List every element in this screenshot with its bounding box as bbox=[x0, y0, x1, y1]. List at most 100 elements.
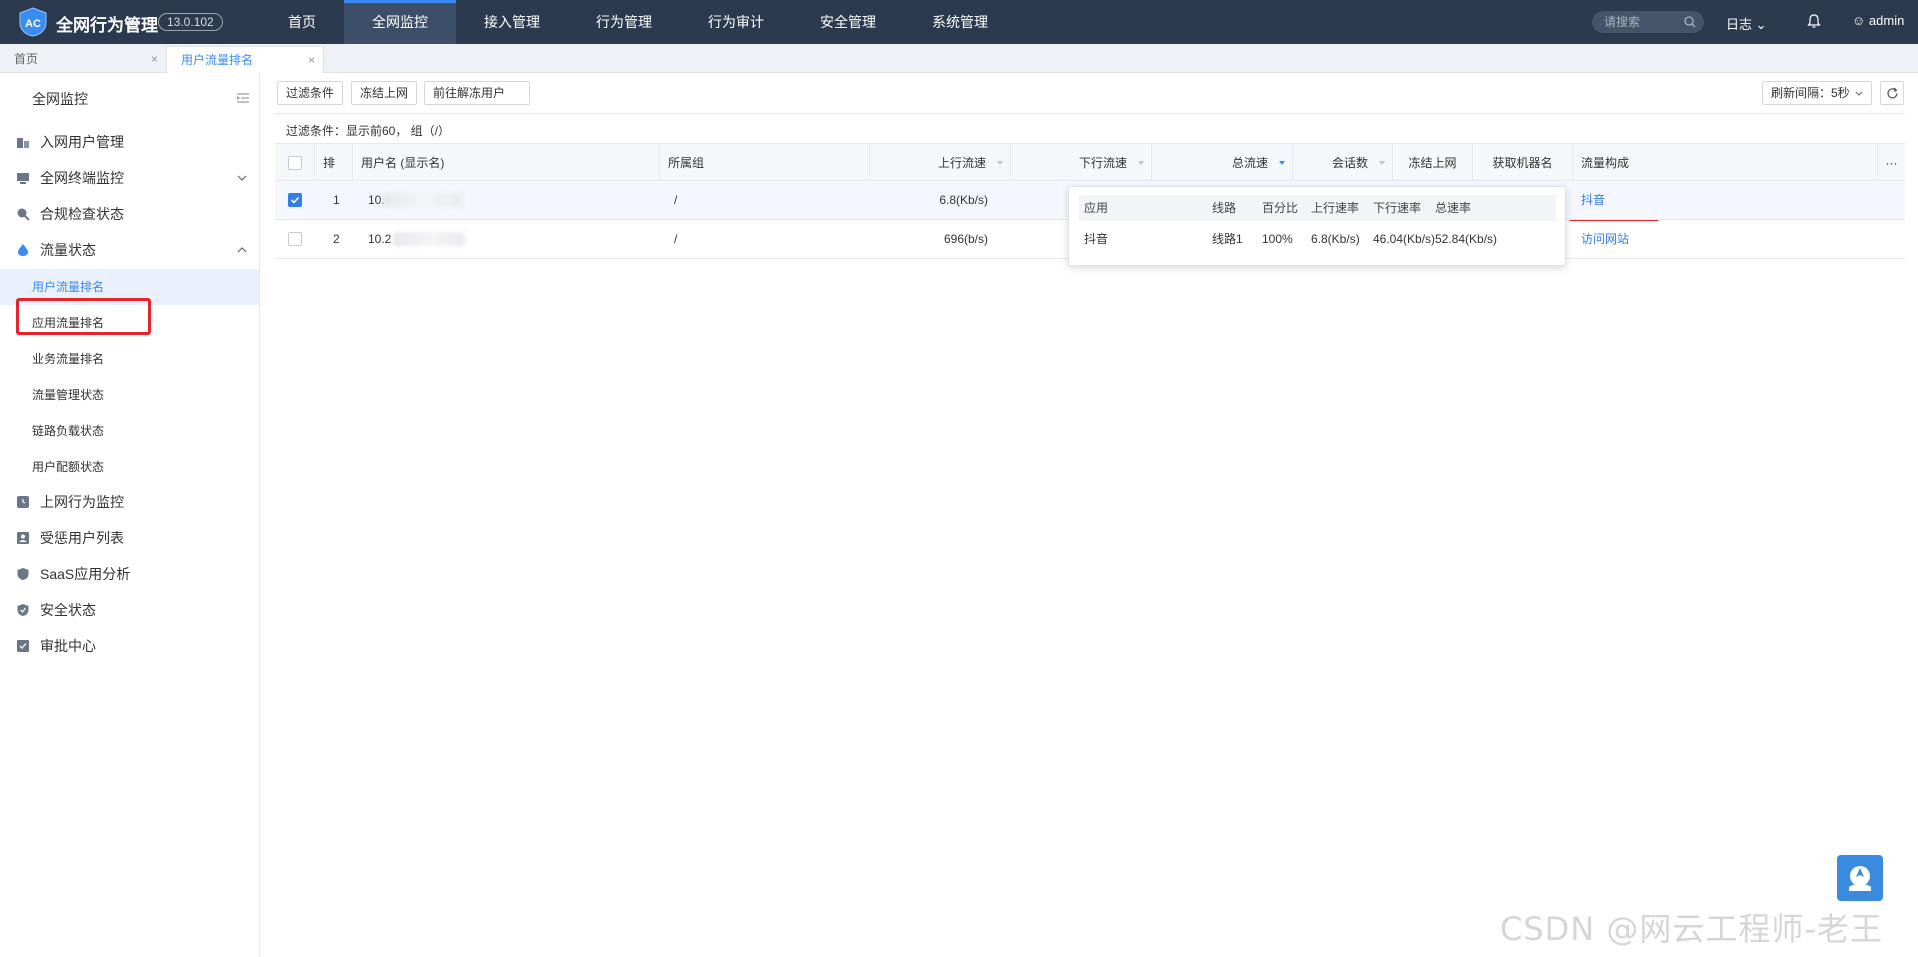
popup-total: 52.84(Kb/s) bbox=[1435, 232, 1498, 246]
log-label: 日志 bbox=[1726, 17, 1753, 32]
chevron-down-icon bbox=[1855, 91, 1863, 96]
col-total-speed[interactable]: 总流速 bbox=[1152, 144, 1293, 182]
col-upload-speed-label: 上行流速 bbox=[937, 156, 986, 170]
nav-access-management[interactable]: 接入管理 bbox=[456, 0, 568, 44]
nav-behavior-management[interactable]: 行为管理 bbox=[568, 0, 680, 44]
filter-summary: 过滤条件：显示前60， 组（/） bbox=[286, 124, 451, 138]
collapse-menu-icon[interactable] bbox=[236, 91, 250, 105]
assistant-icon bbox=[1849, 866, 1871, 891]
row-composition-link[interactable]: 抖音 bbox=[1581, 181, 1605, 220]
nav-behavior-audit[interactable]: 行为审计 bbox=[680, 0, 792, 44]
sidebar-item-label: 上网行为监控 bbox=[40, 494, 124, 510]
highlight-box-sidebar bbox=[16, 298, 151, 335]
sidebar-item-access-users[interactable]: 入网用户管理 bbox=[0, 125, 259, 159]
submenu-link-load-status[interactable]: 链路负载状态 bbox=[0, 413, 259, 449]
monitor-icon bbox=[17, 173, 29, 184]
version-badge: 13.0.102 bbox=[158, 13, 223, 31]
sidebar-item-saas-analysis[interactable]: SaaS应用分析 bbox=[0, 557, 259, 591]
row-composition-link[interactable]: 访问网站 bbox=[1581, 220, 1629, 259]
col-rank: 排名 bbox=[315, 144, 353, 208]
nav-home[interactable]: 首页 bbox=[260, 0, 344, 44]
submenu-user-quota-status[interactable]: 用户配额状态 bbox=[0, 449, 259, 485]
refresh-button[interactable] bbox=[1880, 81, 1904, 105]
close-icon[interactable]: × bbox=[308, 47, 315, 73]
close-icon[interactable]: × bbox=[151, 46, 158, 72]
col-total-speed-label: 总流速 bbox=[1231, 156, 1268, 170]
select-all-checkbox[interactable] bbox=[288, 156, 302, 170]
sidebar-item-label: 全网终端监控 bbox=[40, 170, 124, 186]
popup-app: 抖音 bbox=[1084, 232, 1109, 246]
col-traffic-composition: 流量构成 bbox=[1573, 144, 1878, 182]
col-sessions[interactable]: 会话数 bbox=[1293, 144, 1393, 182]
magnifier-icon bbox=[17, 208, 30, 221]
sidebar-item-security-status[interactable]: 安全状态 bbox=[0, 593, 259, 627]
sidebar-item-traffic-status[interactable]: 流量状态 bbox=[0, 233, 259, 267]
row-rank: 1 bbox=[333, 193, 340, 207]
user-menu[interactable]: ☺ admin bbox=[1852, 13, 1904, 28]
col-machine-name: 获取机器名 bbox=[1473, 144, 1573, 182]
tab-home-label: 首页 bbox=[14, 52, 39, 66]
redacted-username bbox=[393, 232, 465, 246]
sidebar-item-label: 入网用户管理 bbox=[40, 134, 124, 150]
col-upload-speed[interactable]: 上行流速 bbox=[870, 144, 1011, 182]
main-nav: 首页 全网监控 接入管理 行为管理 行为审计 安全管理 系统管理 bbox=[260, 0, 1016, 44]
sort-icon bbox=[997, 161, 1003, 165]
traffic-composition-popup: 应用 线路 百分比 上行速率 下行速率 总速率 抖音 线路1 100% 6.8(… bbox=[1068, 186, 1566, 266]
tab-bar: 首页 × 用户流量排名 × bbox=[0, 44, 1918, 73]
col-download-speed-label: 下行流速 bbox=[1078, 156, 1127, 170]
freeze-button[interactable]: 冻结上网 bbox=[351, 81, 418, 105]
popup-col-line: 线路 bbox=[1212, 201, 1237, 215]
popup-line: 线路1 bbox=[1212, 232, 1243, 246]
popup-header: 应用 线路 百分比 上行速率 下行速率 总速率 bbox=[1079, 195, 1556, 221]
tab-user-traffic-ranking-label: 用户流量排名 bbox=[181, 53, 254, 67]
col-download-speed[interactable]: 下行流速 bbox=[1011, 144, 1152, 182]
submenu-traffic-management-status[interactable]: 流量管理状态 bbox=[0, 377, 259, 413]
more-columns-icon[interactable]: ··· bbox=[1878, 144, 1905, 182]
chevron-up-icon bbox=[237, 247, 247, 253]
app-logo-icon: AC bbox=[19, 7, 47, 37]
nav-system-management[interactable]: 系统管理 bbox=[904, 0, 1016, 44]
popup-col-percent: 百分比 bbox=[1262, 201, 1299, 215]
nav-network-monitor[interactable]: 全网监控 bbox=[344, 0, 456, 44]
tab-user-traffic-ranking[interactable]: 用户流量排名 × bbox=[166, 46, 324, 73]
bell-icon[interactable] bbox=[1806, 13, 1822, 29]
sidebar-item-punished-users[interactable]: 受惩用户列表 bbox=[0, 521, 259, 555]
sidebar-item-compliance[interactable]: 合规检查状态 bbox=[0, 197, 259, 231]
chevron-down-icon: ⌄ bbox=[1755, 17, 1767, 32]
users-building-icon bbox=[17, 138, 29, 148]
popup-col-download: 下行速率 bbox=[1373, 201, 1422, 215]
sidebar-item-behavior-monitor[interactable]: 上网行为监控 bbox=[0, 485, 259, 519]
row-group: / bbox=[674, 193, 678, 207]
row-checkbox[interactable] bbox=[288, 193, 302, 207]
log-menu[interactable]: 日志 ⌄ bbox=[1726, 14, 1767, 33]
refresh-interval-label: 刷新间隔：5秒 bbox=[1771, 86, 1850, 100]
redacted-username bbox=[383, 193, 463, 207]
popup-col-app: 应用 bbox=[1084, 201, 1109, 215]
popup-col-total: 总速率 bbox=[1435, 201, 1472, 215]
sidebar-item-approval-center[interactable]: 审批中心 bbox=[0, 629, 259, 663]
row-username: 10.2 bbox=[368, 232, 392, 246]
row-rank: 2 bbox=[333, 232, 340, 246]
submenu-business-traffic-ranking[interactable]: 业务流量排名 bbox=[0, 341, 259, 377]
floating-assistant-button[interactable] bbox=[1837, 855, 1883, 901]
chevron-down-icon bbox=[237, 175, 247, 181]
nav-security-management[interactable]: 安全管理 bbox=[792, 0, 904, 44]
user-icon: ☺ bbox=[1852, 13, 1866, 28]
col-sessions-label: 会话数 bbox=[1331, 156, 1368, 170]
popup-download: 46.04(Kb/s) bbox=[1373, 232, 1436, 246]
filter-button[interactable]: 过滤条件 bbox=[277, 81, 344, 105]
tab-home[interactable]: 首页 × bbox=[0, 46, 166, 73]
row-checkbox[interactable] bbox=[288, 232, 302, 246]
search-icon[interactable] bbox=[1684, 16, 1696, 28]
search-placeholder: 请搜索 bbox=[1604, 15, 1641, 29]
top-bar: AC 全网行为管理 13.0.102 首页 全网监控 接入管理 行为管理 行为审… bbox=[0, 0, 1918, 44]
row-upload-speed: 696(b/s) bbox=[943, 232, 988, 246]
sidebar-item-label: 流量状态 bbox=[40, 242, 96, 258]
sidebar-item-label: 安全状态 bbox=[40, 602, 96, 618]
sort-desc-icon bbox=[1279, 161, 1285, 165]
app-title: 全网行为管理 bbox=[56, 16, 158, 35]
search-input[interactable]: 请搜索 bbox=[1592, 11, 1704, 33]
refresh-interval-select[interactable]: 刷新间隔：5秒 bbox=[1762, 81, 1872, 105]
go-unfreeze-button[interactable]: 前往解冻用户 bbox=[424, 81, 530, 105]
sidebar-item-terminal-monitor[interactable]: 全网终端监控 bbox=[0, 161, 259, 195]
